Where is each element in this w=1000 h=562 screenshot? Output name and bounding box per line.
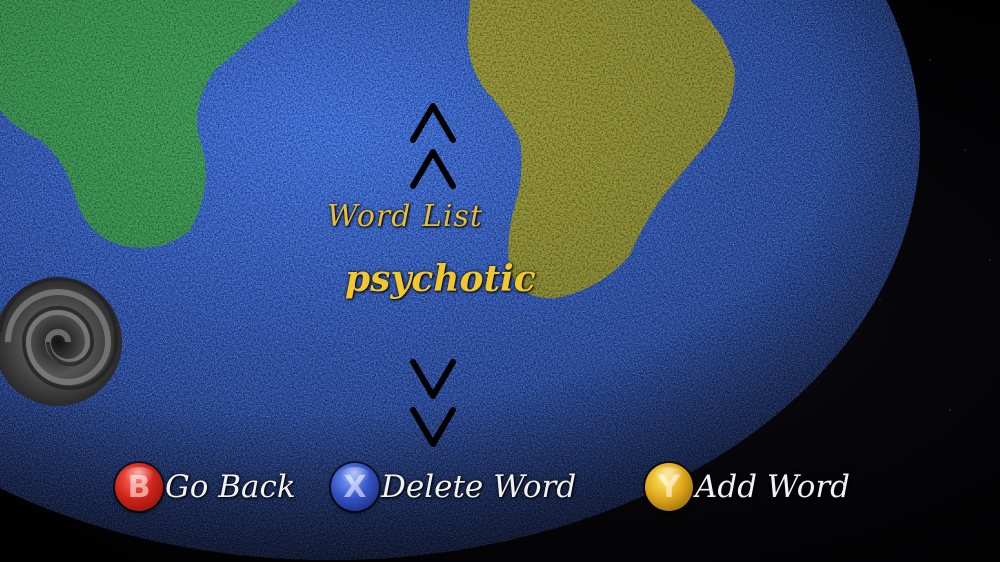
go-back-control[interactable]: B Go Back (115, 459, 296, 515)
word-list-title: Word List (327, 199, 483, 234)
double-chevron-up-icon[interactable] (405, 142, 461, 198)
scroll-down-icon-bottom[interactable] (405, 398, 461, 454)
delete-word-label[interactable]: Delete Word (381, 469, 576, 505)
swirl-vortex-icon (0, 276, 122, 406)
current-word[interactable]: psychotic (345, 258, 536, 300)
add-word-label[interactable]: Add Word (695, 469, 850, 505)
go-back-label[interactable]: Go Back (165, 469, 296, 505)
x-button-icon[interactable]: X (331, 463, 379, 511)
y-button-icon[interactable]: Y (645, 463, 693, 511)
add-word-control[interactable]: Y Add Word (645, 459, 850, 515)
game-screen: Word List psychotic B Go Back X Delete W… (0, 0, 1000, 562)
b-button-icon[interactable]: B (115, 463, 163, 511)
delete-word-control[interactable]: X Delete Word (331, 459, 576, 515)
